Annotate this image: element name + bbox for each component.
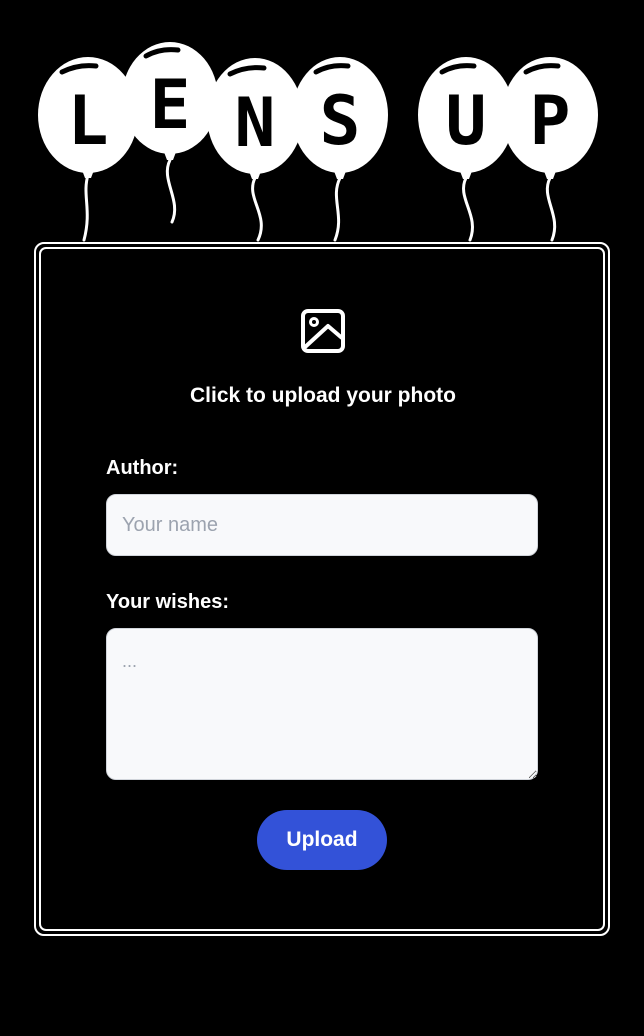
upload-button[interactable]: Upload	[257, 810, 387, 870]
author-name-input[interactable]	[106, 494, 538, 556]
balloons	[38, 42, 598, 179]
lens-up-logo: L E N S U P	[0, 0, 644, 250]
image-icon	[301, 309, 345, 353]
wishes-textarea[interactable]	[106, 628, 538, 780]
upload-card: Click to upload your photo Author: Your …	[34, 242, 610, 936]
logo-letter: U	[446, 82, 487, 161]
logo-letter: E	[150, 66, 191, 145]
author-label: Author:	[106, 457, 179, 479]
logo-letter: S	[320, 82, 361, 161]
wishes-label: Your wishes:	[106, 591, 229, 613]
logo-letter: N	[235, 84, 276, 163]
logo-letter: P	[530, 82, 571, 161]
balloon-logo-graphic: L E N S U P	[38, 42, 598, 242]
logo-letter: L	[68, 82, 109, 161]
photo-upload-dropzone[interactable]: Click to upload your photo	[186, 308, 460, 418]
upload-prompt: Click to upload your photo	[190, 384, 456, 407]
